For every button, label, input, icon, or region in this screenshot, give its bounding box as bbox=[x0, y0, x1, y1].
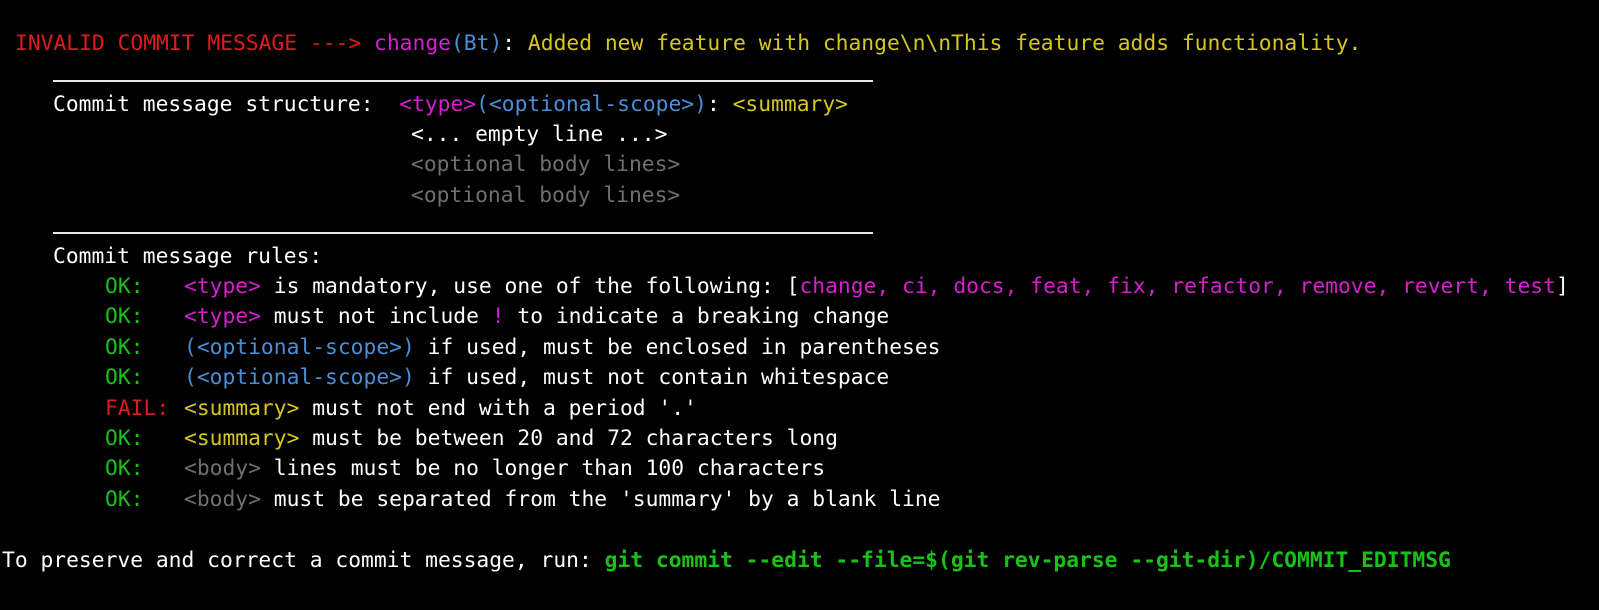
rule-item: OK: <body> must be separated from the 'su… bbox=[105, 484, 941, 515]
rule-item: OK: (<optional-scope>) if used, must not … bbox=[105, 362, 889, 393]
rule-status: FAIL: bbox=[105, 396, 170, 421]
rule-token: (<optional-scope>) bbox=[184, 365, 415, 390]
rule-token: <type> bbox=[184, 304, 261, 329]
rule-text: must not include bbox=[260, 304, 492, 329]
rule-status: OK: bbox=[105, 304, 144, 329]
footer-hint: To preserve and correct a commit message… bbox=[2, 545, 1451, 576]
rule-text: if used, must be enclosed in parentheses bbox=[414, 335, 941, 360]
structure-body-line: <optional body lines> bbox=[411, 183, 681, 208]
structure-summary-token: <summary> bbox=[732, 92, 848, 117]
rule-text: must be separated from the 'summary' by … bbox=[260, 487, 941, 512]
structure-body-line: <optional body lines> bbox=[411, 152, 681, 177]
structure-line: Commit message structure: <type>(<option… bbox=[53, 89, 848, 120]
rule-text: lines must be no longer than 100 charact… bbox=[260, 456, 826, 481]
allowed-types: change, ci, docs, feat, fix, refactor, r… bbox=[799, 274, 1556, 299]
rule-item: OK: <type> must not include ! to indicate… bbox=[105, 301, 889, 332]
divider-top bbox=[53, 80, 873, 82]
rule-item: OK: (<optional-scope>) if used, must be e… bbox=[105, 332, 941, 363]
invalid-commit-label: INVALID COMMIT MESSAGE ---> bbox=[15, 31, 362, 56]
structure-label: Commit message structure: bbox=[53, 92, 374, 117]
git-command[interactable]: git commit --edit --file=$(git rev-parse… bbox=[605, 548, 1451, 573]
header-colon: : bbox=[502, 31, 516, 56]
rule-token: <summary> bbox=[184, 426, 300, 451]
rule-status: OK: bbox=[105, 365, 144, 390]
rule-text: to indicate a breaking change bbox=[504, 304, 890, 329]
rule-item: OK: <body> lines must be no longer than 1… bbox=[105, 453, 825, 484]
rule-item: OK: <type> is mandatory, use one of the f… bbox=[105, 271, 1569, 302]
terminal-window: { "header": { "label": "INVALID COMMIT M… bbox=[0, 0, 1599, 610]
header-summary: Added new feature with change\n\nThis fe… bbox=[515, 31, 1362, 56]
rule-token: <body> bbox=[184, 487, 261, 512]
rule-token: (<optional-scope>) bbox=[184, 335, 415, 360]
rule-text: must not end with a period '.' bbox=[299, 396, 697, 421]
rule-status: OK: bbox=[105, 487, 144, 512]
rule-text: must be between 20 and 72 characters lon… bbox=[299, 426, 838, 451]
rule-token: <summary> bbox=[184, 396, 300, 421]
rule-text: if used, must not contain whitespace bbox=[414, 365, 890, 390]
rule-text: is mandatory, use one of the following: … bbox=[260, 274, 800, 299]
rule-token: <body> bbox=[184, 456, 261, 481]
header-scope-open: ( bbox=[450, 31, 464, 56]
structure-type-token: <type> bbox=[399, 92, 477, 117]
rule-status: OK: bbox=[105, 426, 144, 451]
rule-status: OK: bbox=[105, 274, 144, 299]
divider-bottom bbox=[53, 232, 873, 234]
rules-heading: Commit message rules: bbox=[53, 244, 323, 269]
header-scope: Bt bbox=[463, 31, 490, 56]
invalid-commit-header: INVALID COMMIT MESSAGE ---> change(Bt): … bbox=[15, 28, 1361, 59]
structure-colon: : bbox=[706, 92, 720, 117]
structure-empty-line: <... empty line ...> bbox=[411, 122, 668, 147]
header-scope-close: ) bbox=[489, 31, 503, 56]
rule-item: FAIL: <summary> must not end with a perio… bbox=[105, 393, 697, 424]
structure-scope-token: (<optional-scope>) bbox=[476, 92, 707, 117]
breaking-bang: ! bbox=[491, 304, 505, 329]
rule-text-close: ] bbox=[1555, 274, 1569, 299]
rule-token: <type> bbox=[184, 274, 261, 299]
rule-status: OK: bbox=[105, 335, 144, 360]
rule-status: OK: bbox=[105, 456, 144, 481]
footer-text: To preserve and correct a commit message… bbox=[2, 548, 605, 573]
header-type: change bbox=[374, 31, 451, 56]
rule-item: OK: <summary> must be between 20 and 72 c… bbox=[105, 423, 838, 454]
